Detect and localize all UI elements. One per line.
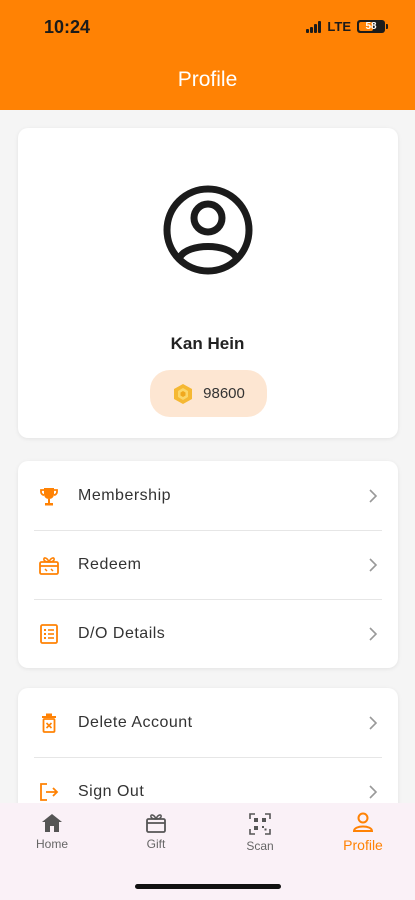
home-icon [42, 814, 62, 832]
sign-out-icon [40, 782, 59, 801]
menu-label: Redeem [78, 555, 142, 573]
signal-icon [306, 20, 322, 33]
menu-item-delete-account[interactable]: Delete Account [18, 688, 398, 757]
nav-label: Scan [246, 839, 274, 853]
header: 10:24 LTE 58 Profile [0, 0, 415, 110]
menu-label: D/O Details [78, 624, 166, 642]
menu-item-membership[interactable]: Membership [18, 461, 398, 530]
points-value: 98600 [203, 385, 245, 402]
chevron-right-icon [369, 488, 378, 503]
battery-icon: 58 [357, 20, 388, 33]
profile-icon [352, 812, 374, 832]
menu-label: Delete Account [78, 713, 193, 731]
nav-label: Profile [343, 837, 383, 853]
nav-gift[interactable]: Gift [116, 813, 196, 851]
gift-icon [146, 814, 166, 833]
menu-item-do-details[interactable]: D/O Details [18, 599, 398, 668]
chevron-right-icon [369, 784, 378, 799]
status-time: 10:24 [44, 17, 91, 37]
page-title: Profile [177, 68, 238, 91]
list-icon [40, 623, 58, 644]
menu-label: Sign Out [78, 782, 145, 800]
chevron-right-icon [369, 626, 378, 641]
nav-home[interactable]: Home [12, 813, 92, 851]
home-indicator[interactable] [135, 884, 281, 889]
chevron-right-icon [369, 557, 378, 572]
chevron-right-icon [369, 715, 378, 730]
menu-label: Membership [78, 486, 172, 504]
user-name: Kan Hein [170, 334, 245, 353]
avatar-icon [163, 185, 253, 275]
status-indicators: LTE 58 [306, 19, 388, 34]
coin-icon [174, 383, 193, 404]
gift-box-icon [39, 556, 59, 575]
scan-icon [249, 813, 271, 835]
points-badge[interactable]: 98600 [150, 370, 267, 417]
menu-item-redeem[interactable]: Redeem [18, 530, 398, 599]
nav-label: Gift [146, 837, 166, 851]
network-label: LTE [327, 19, 351, 34]
menu-card-main: Membership Redeem D/O Details [18, 461, 398, 668]
delete-icon [42, 713, 56, 733]
nav-profile[interactable]: Profile [323, 811, 403, 853]
trophy-icon [40, 487, 58, 505]
nav-scan[interactable]: Scan [220, 813, 300, 853]
battery-level: 58 [365, 21, 377, 32]
nav-label: Home [35, 837, 68, 851]
